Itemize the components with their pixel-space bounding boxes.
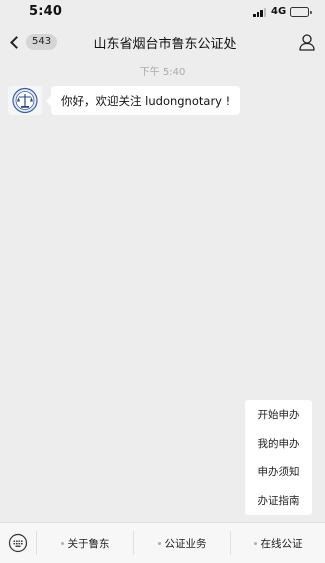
keyboard-toggle-button[interactable]: [0, 523, 36, 563]
chat-title: 山东省烟台市鲁东公证处: [93, 37, 237, 52]
message-bubble[interactable]: 你好，欢迎关注 ludongnotary !: [45, 86, 241, 115]
chevron-left-icon: [10, 35, 23, 49]
submenu-popup: 开始申办 我的申办 申办须知 办证指南: [245, 400, 312, 515]
menu-item-about-ludong[interactable]: 关于鲁东: [37, 523, 133, 563]
back-button[interactable]: 543: [8, 32, 68, 52]
keyboard-icon: [8, 533, 28, 553]
nav-bar: 543 山东省烟台市鲁东公证处: [0, 24, 325, 60]
status-bar: 5:40 4G: [0, 0, 325, 24]
submenu-item-certification-guide[interactable]: 办证指南: [245, 486, 312, 515]
message-text: 你好，欢迎关注 ludongnotary !: [61, 93, 231, 108]
notary-seal-icon: [12, 87, 38, 114]
battery-icon: [290, 7, 312, 17]
menu-dot-icon: [60, 541, 64, 545]
submenu-item-my-applications[interactable]: 我的申办: [245, 429, 312, 458]
message-timestamp: 下午 5:40: [139, 67, 186, 78]
network-type: 4G: [271, 6, 287, 17]
person-icon: [299, 34, 315, 51]
submenu-item-application-notice[interactable]: 申办须知: [245, 458, 312, 487]
menu-item-notary-services[interactable]: 公证业务: [134, 523, 230, 563]
menu-bar: 关于鲁东 公证业务 在线公证: [0, 522, 325, 563]
menu-item-label: 关于鲁东: [67, 537, 110, 550]
menu-item-online-notary[interactable]: 在线公证: [231, 523, 325, 563]
cellular-signal-icon: [253, 8, 267, 17]
profile-button[interactable]: [298, 33, 316, 51]
submenu-item-start-application[interactable]: 开始申办: [245, 400, 312, 429]
menu-dot-icon: [157, 541, 161, 545]
account-avatar[interactable]: [8, 86, 42, 115]
status-time: 5:40: [29, 4, 63, 19]
menu-item-label: 在线公证: [260, 537, 303, 550]
menu-item-label: 公证业务: [164, 537, 207, 550]
unread-count-badge: 543: [26, 34, 58, 50]
menu-dot-icon: [253, 541, 257, 545]
